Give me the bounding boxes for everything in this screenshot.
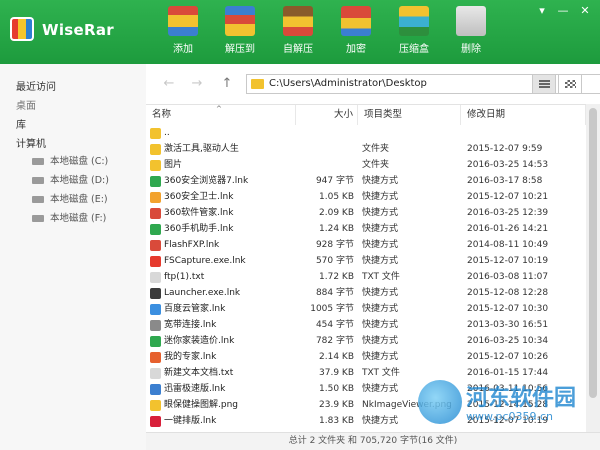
folder-icon	[150, 160, 161, 171]
navigation-bar: ← → ↑ C:\Users\Administrator\Desktop ▼	[146, 64, 600, 104]
ftp-client-icon	[150, 240, 161, 251]
screen-capture-icon	[150, 256, 161, 267]
sidebar-item-disk-f[interactable]: 本地磁盘 (F:)	[32, 210, 106, 224]
trash-icon	[456, 6, 486, 36]
sidebar-item-library[interactable]: 库	[16, 116, 26, 131]
folder-icon	[251, 79, 264, 89]
title-toolbar-bar: WiseRar 添加 解压到 自解压 加密 压缩盒 删除 ▾ — ✕	[0, 0, 600, 64]
vertical-scrollbar[interactable]	[586, 104, 600, 432]
table-row[interactable]: FlashFXP.lnk 928 字节 快捷方式 2014-08-11 10:49	[146, 238, 586, 253]
folder-icon	[150, 128, 161, 139]
table-row[interactable]: ..	[146, 126, 586, 141]
column-header-size[interactable]: 大小	[296, 105, 358, 125]
expert-shortcut-icon	[150, 352, 161, 363]
table-row[interactable]: 360安全浏览器7.lnk 947 字节 快捷方式 2016-03-17 8:58	[146, 174, 586, 189]
sidebar-item-computer[interactable]: 计算机	[16, 135, 46, 150]
extract-to-icon	[225, 6, 255, 36]
wiserar-logo-icon	[10, 17, 34, 41]
sidebar-item-disk-d[interactable]: 本地磁盘 (D:)	[32, 172, 109, 186]
table-row[interactable]: 360软件管家.lnk 2.09 KB 快捷方式 2016-03-25 12:39	[146, 206, 586, 221]
security-shortcut-icon	[150, 192, 161, 203]
sfx-exe-icon	[283, 6, 313, 36]
close-button[interactable]: ✕	[576, 4, 594, 18]
add-button[interactable]: 添加	[157, 6, 209, 60]
archive-box-icon	[399, 6, 429, 36]
watermark-url: www.pc0359.cn	[466, 410, 554, 423]
encrypt-icon	[341, 6, 371, 36]
sidebar-item-desktop[interactable]: 桌面	[16, 97, 36, 112]
disk-icon	[32, 158, 44, 165]
up-button[interactable]: ↑	[218, 76, 236, 92]
cloud-drive-icon	[150, 304, 161, 315]
column-header-type[interactable]: 项目类型	[358, 105, 461, 125]
sidebar: 最近访问 桌面 库 计算机 本地磁盘 (C:) 本地磁盘 (D:) 本地磁盘 (…	[0, 64, 146, 450]
table-row[interactable]: 宽带连接.lnk 454 字节 快捷方式 2013-03-30 16:51	[146, 318, 586, 333]
table-row[interactable]: 我的专家.lnk 2.14 KB 快捷方式 2015-12-07 10:26	[146, 350, 586, 365]
extract-to-button[interactable]: 解压到	[214, 6, 266, 60]
table-row[interactable]: 激活工具,驱动人生 文件夹 2015-12-07 9:59	[146, 142, 586, 157]
scrollbar-thumb[interactable]	[589, 108, 597, 398]
launcher-icon	[150, 288, 161, 299]
list-view-icon	[539, 80, 550, 88]
column-header-date[interactable]: 修改日期	[461, 105, 586, 125]
forward-button[interactable]: →	[188, 76, 206, 92]
table-row[interactable]: Launcher.exe.lnk 884 字节 快捷方式 2015-12-08 12:…	[146, 286, 586, 301]
sfx-button[interactable]: 自解压	[272, 6, 324, 60]
tile-view-icon	[565, 80, 576, 88]
tile-view-button[interactable]	[558, 74, 582, 94]
sidebar-item-disk-c[interactable]: 本地磁盘 (C:)	[32, 153, 108, 167]
back-button[interactable]: ←	[160, 76, 178, 92]
column-header-name[interactable]: 名称 ^	[146, 105, 296, 125]
table-row[interactable]: 百度云管家.lnk 1005 字节 快捷方式 2015-12-07 10:30	[146, 302, 586, 317]
browser-shortcut-icon	[150, 176, 161, 187]
watermark-text: 河东软件园	[466, 385, 577, 411]
status-bar: 总计 2 文件夹 和 705,720 字节(16 文件)	[146, 432, 600, 450]
table-row[interactable]: 360手机助手.lnk 1.24 KB 快捷方式 2016-01-26 14:21	[146, 222, 586, 237]
watermark-logo-icon	[418, 380, 462, 424]
software-manager-icon	[150, 208, 161, 219]
text-file-icon	[150, 272, 161, 283]
table-row[interactable]: 新建文本文档.txt 37.9 KB TXT 文件 2016-01-15 17:44	[146, 366, 586, 381]
list-view-button[interactable]	[532, 74, 556, 94]
download-manager-icon	[150, 384, 161, 395]
delete-button[interactable]: 删除	[445, 6, 497, 60]
table-row[interactable]: 360安全卫士.lnk 1.05 KB 快捷方式 2015-12-07 10:21	[146, 190, 586, 205]
sort-arrow-icon: ^	[216, 105, 222, 113]
phone-assistant-icon	[150, 224, 161, 235]
table-row[interactable]: ftp(1).txt 1.72 KB TXT 文件 2016-03-08 11:07	[146, 270, 586, 285]
sidebar-item-disk-e[interactable]: 本地磁盘 (E:)	[32, 191, 108, 205]
table-row[interactable]: FSCapture.exe.lnk 570 字节 快捷方式 2015-12-07 10…	[146, 254, 586, 269]
archive-box-button[interactable]: 压缩盒	[388, 6, 440, 60]
sidebar-item-recent[interactable]: 最近访问	[16, 78, 56, 93]
table-row[interactable]: 迷你家装造价.lnk 782 字节 快捷方式 2016-03-25 10:34	[146, 334, 586, 349]
home-design-icon	[150, 336, 161, 347]
disk-icon	[32, 215, 44, 222]
menu-button[interactable]: ▾	[533, 4, 551, 18]
image-file-icon	[150, 400, 161, 411]
minimize-button[interactable]: —	[554, 4, 572, 18]
add-archive-icon	[168, 6, 198, 36]
address-path: C:\Users\Administrator\Desktop	[269, 78, 427, 89]
encrypt-button[interactable]: 加密	[330, 6, 382, 60]
app-title: WiseRar	[42, 21, 114, 39]
table-row[interactable]: 图片 文件夹 2016-03-25 14:53	[146, 158, 586, 173]
disk-icon	[32, 196, 44, 203]
folder-icon	[150, 144, 161, 155]
network-connection-icon	[150, 320, 161, 331]
layout-tool-icon	[150, 416, 161, 427]
text-file-icon	[150, 368, 161, 379]
disk-icon	[32, 177, 44, 184]
